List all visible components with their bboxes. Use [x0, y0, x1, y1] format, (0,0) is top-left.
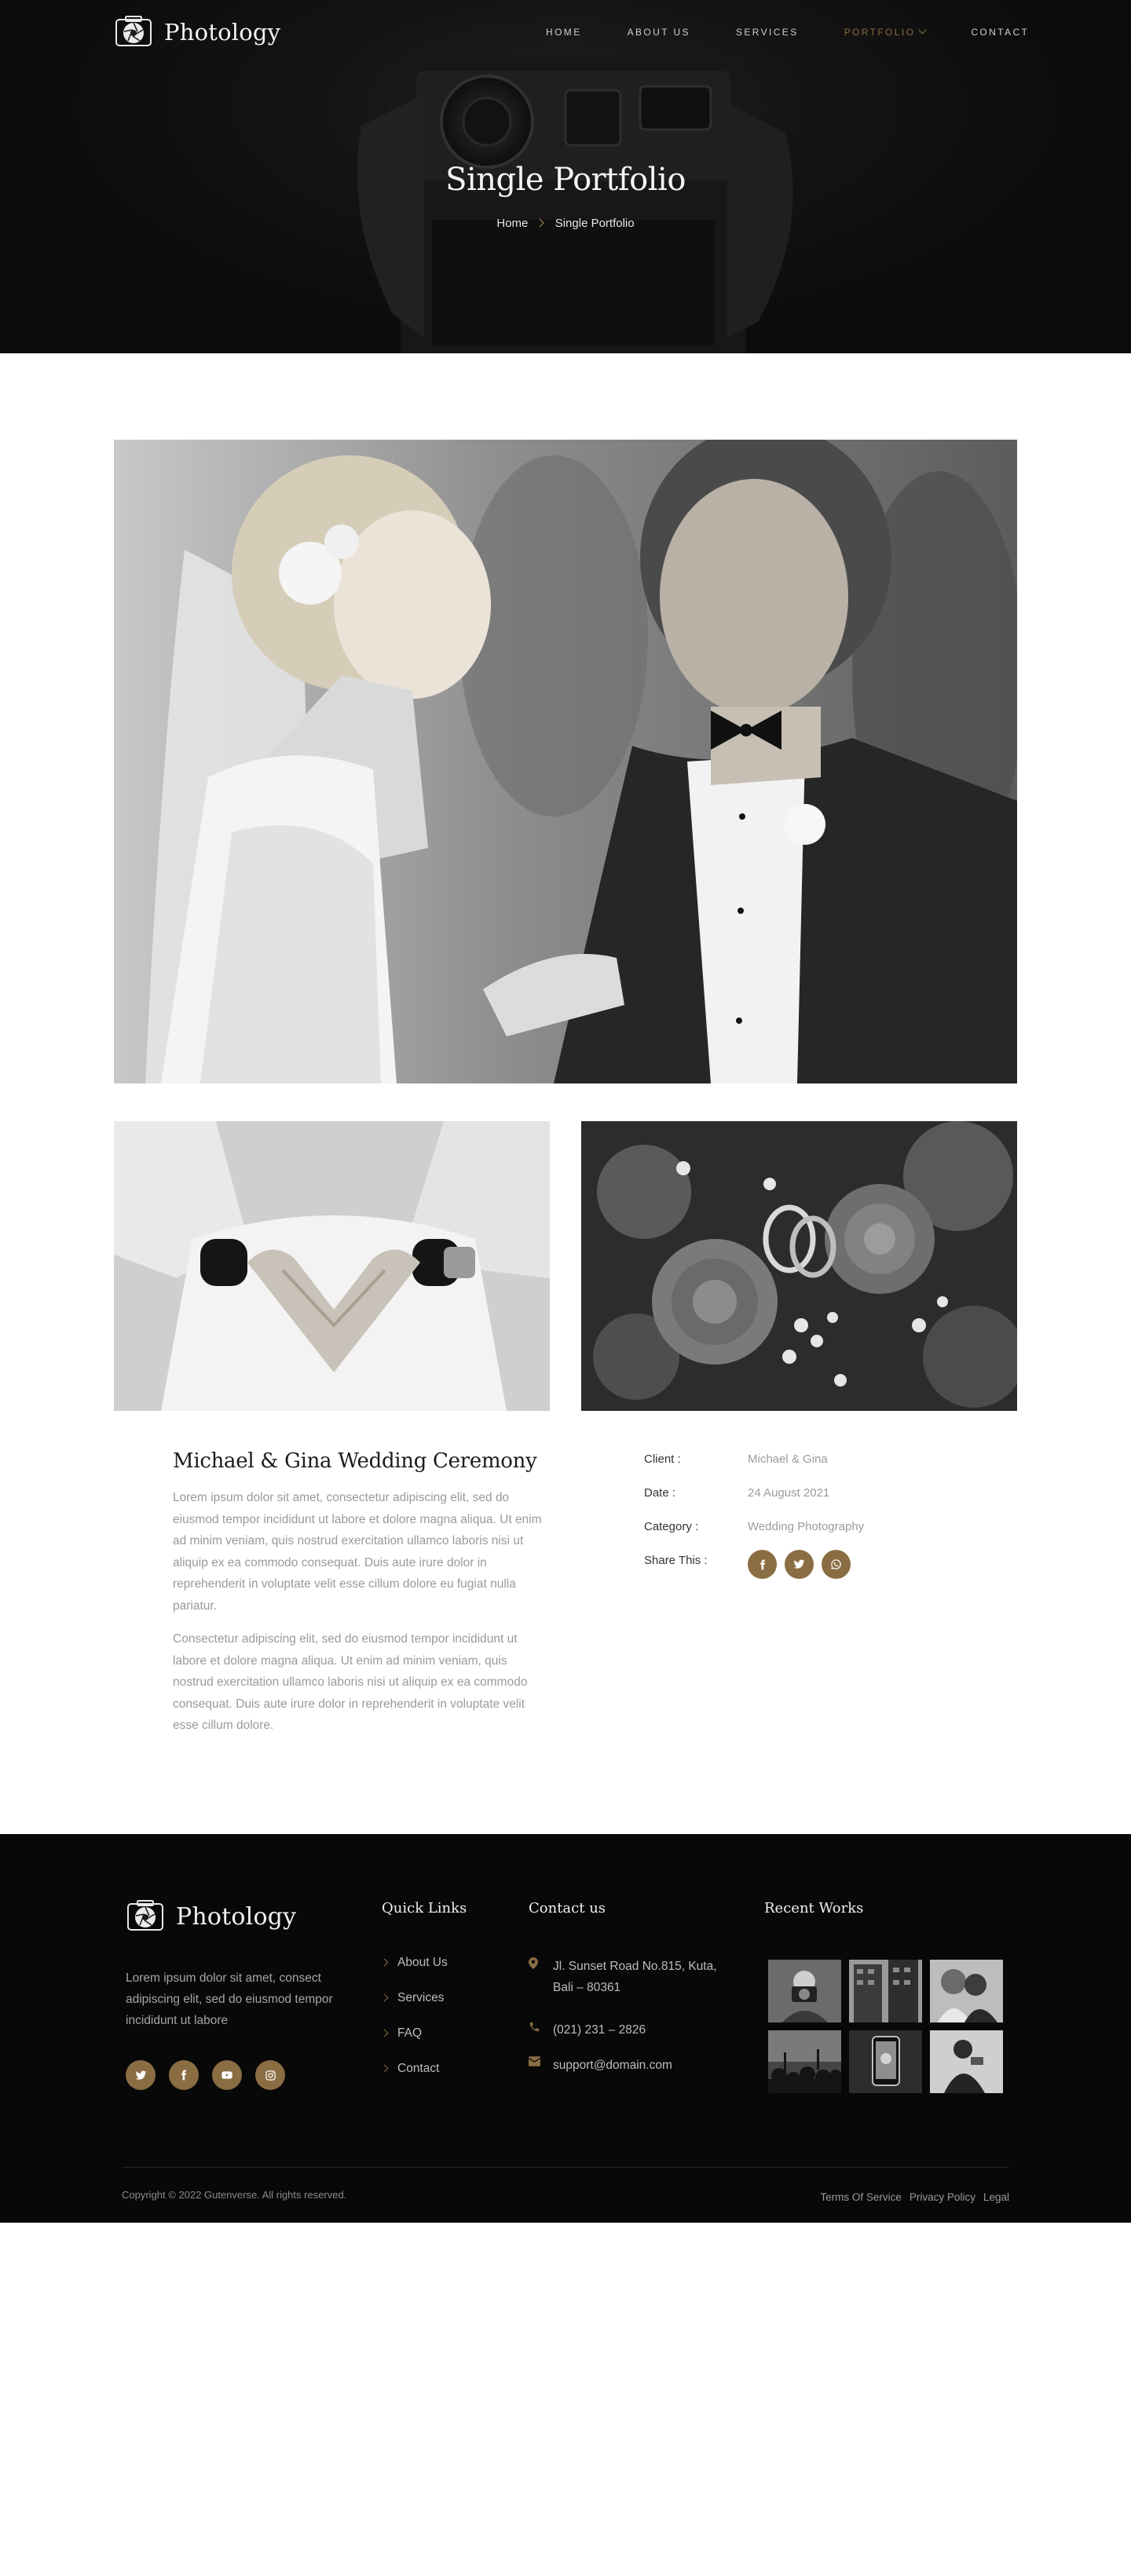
envelope-icon	[529, 2056, 540, 2066]
nav-contact[interactable]: CONTACT	[971, 27, 1029, 38]
map-marker-icon	[529, 1957, 538, 1969]
footer-divider	[122, 2167, 1009, 2168]
breadcrumb-home[interactable]: Home	[496, 217, 528, 230]
nav-home[interactable]: HOME	[546, 27, 582, 38]
aperture-logo-icon	[127, 1900, 163, 1931]
couple-image	[114, 440, 1017, 1083]
contact-address: Jl. Sunset Road No.815, Kuta, Bali – 803…	[529, 1956, 725, 1998]
meta-value: Wedding Photography	[748, 1520, 865, 1533]
site-footer: Photology Lorem ipsum dolor sit amet, co…	[0, 1834, 1131, 2223]
contact-heading: Contact us	[529, 1900, 606, 1916]
footer-brand-logo[interactable]: Photology	[126, 1897, 296, 1936]
recent-work-thumbnail[interactable]	[849, 2030, 922, 2093]
privacy-policy-link[interactable]: Privacy Policy	[910, 2191, 975, 2203]
recent-work-thumbnail[interactable]	[930, 2030, 1003, 2093]
quick-links-heading: Quick Links	[382, 1900, 467, 1916]
contact-phone-text[interactable]: (021) 231 – 2826	[553, 2019, 646, 2041]
aperture-logo-icon	[115, 16, 152, 46]
footer-link-contact[interactable]: Contact	[380, 2062, 448, 2097]
project-title: Michael & Gina Wedding Ceremony	[173, 1449, 537, 1473]
main-menu: HOME ABOUT US SERVICES PORTFOLIO CONTACT	[546, 26, 1029, 38]
chevron-down-icon	[918, 26, 927, 35]
breadcrumb-current: Single Portfolio	[555, 217, 635, 230]
brand-name: Photology	[164, 19, 281, 46]
rings-bouquet-photo	[581, 1121, 1017, 1411]
share-twitter-button[interactable]	[785, 1550, 814, 1579]
social-twitter-button[interactable]	[126, 2060, 156, 2090]
recent-work-thumbnail[interactable]	[849, 1960, 922, 2022]
social-facebook-button[interactable]	[169, 2060, 199, 2090]
heart-hands-image	[114, 1121, 550, 1411]
breadcrumb: Home Single Portfolio	[0, 217, 1131, 230]
contact-phone: (021) 231 – 2826	[529, 2019, 646, 2041]
facebook-icon	[759, 1559, 765, 1569]
chevron-right-icon	[534, 218, 544, 228]
terms-of-service-link[interactable]: Terms Of Service	[820, 2191, 902, 2203]
chevron-right-icon	[380, 1993, 389, 2002]
meta-value: 24 August 2021	[748, 1486, 830, 1500]
social-youtube-button[interactable]	[212, 2060, 242, 2090]
chevron-right-icon	[380, 1958, 389, 1967]
facebook-icon	[181, 2070, 187, 2081]
chevron-right-icon	[380, 2029, 389, 2037]
share-facebook-button[interactable]	[748, 1550, 777, 1579]
meta-label: Client :	[644, 1452, 681, 1466]
hero-banner: Photology HOME ABOUT US SERVICES PORTFOL…	[0, 0, 1131, 353]
nav-about-us[interactable]: ABOUT US	[628, 27, 690, 38]
contact-address-text: Jl. Sunset Road No.815, Kuta, Bali – 803…	[553, 1960, 717, 1994]
copyright-text: Copyright © 2022 Gutenverse. All rights …	[122, 2189, 347, 2201]
youtube-icon	[221, 2071, 232, 2079]
footer-social-links	[126, 2060, 285, 2090]
recent-work-thumbnail[interactable]	[768, 2030, 841, 2093]
share-buttons	[748, 1550, 851, 1579]
meta-label: Category :	[644, 1520, 699, 1533]
twitter-icon	[793, 1559, 805, 1569]
contact-email: support@domain.com	[529, 2055, 672, 2076]
footer-link-label: Contact	[397, 2062, 440, 2075]
legal-links: Terms Of Service Privacy Policy Legal	[820, 2191, 1009, 2203]
chevron-right-icon	[380, 2064, 389, 2073]
share-whatsapp-button[interactable]	[822, 1550, 851, 1579]
heart-hands-photo	[114, 1121, 550, 1411]
quick-links-list: About Us Services FAQ Contact	[380, 1956, 448, 2097]
instagram-icon	[265, 2070, 276, 2081]
main-wedding-photo	[114, 440, 1017, 1083]
footer-link-about-us[interactable]: About Us	[380, 1956, 448, 1991]
nav-services[interactable]: SERVICES	[736, 27, 799, 38]
meta-label: Date :	[644, 1486, 676, 1500]
whatsapp-icon	[831, 1559, 841, 1569]
nav-portfolio[interactable]: PORTFOLIO	[844, 26, 927, 38]
recent-works-gallery	[768, 1960, 1003, 2093]
footer-about-text: Lorem ipsum dolor sit amet, consect adip…	[126, 1971, 333, 2027]
brand-logo[interactable]: Photology	[114, 13, 280, 52]
footer-link-services[interactable]: Services	[380, 1991, 448, 2026]
top-navbar: Photology HOME ABOUT US SERVICES PORTFOL…	[0, 0, 1131, 66]
nav-portfolio-label: PORTFOLIO	[844, 27, 916, 38]
page-title: Single Portfolio	[445, 162, 686, 198]
recent-work-thumbnail[interactable]	[930, 1960, 1003, 2022]
project-description: Lorem ipsum dolor sit amet, consectetur …	[173, 1491, 542, 1613]
footer-link-faq[interactable]: FAQ	[380, 2026, 448, 2062]
social-instagram-button[interactable]	[255, 2060, 285, 2090]
footer-link-label: About Us	[397, 1956, 448, 1969]
meta-label: Share This :	[644, 1554, 708, 1567]
recent-works-heading: Recent Works	[764, 1900, 864, 1916]
twitter-icon	[135, 2070, 146, 2080]
project-description: Consectetur adipiscing elit, sed do eius…	[173, 1632, 528, 1732]
rings-bouquet-image	[581, 1121, 1017, 1411]
meta-value: Michael & Gina	[748, 1452, 828, 1466]
footer-link-label: FAQ	[397, 2026, 423, 2040]
footer-brand-name: Photology	[176, 1902, 297, 1931]
recent-work-thumbnail[interactable]	[768, 1960, 841, 2022]
legal-link[interactable]: Legal	[983, 2191, 1009, 2203]
footer-link-label: Services	[397, 1991, 445, 2004]
contact-email-text[interactable]: support@domain.com	[553, 2055, 672, 2076]
phone-icon	[529, 2022, 540, 2032]
